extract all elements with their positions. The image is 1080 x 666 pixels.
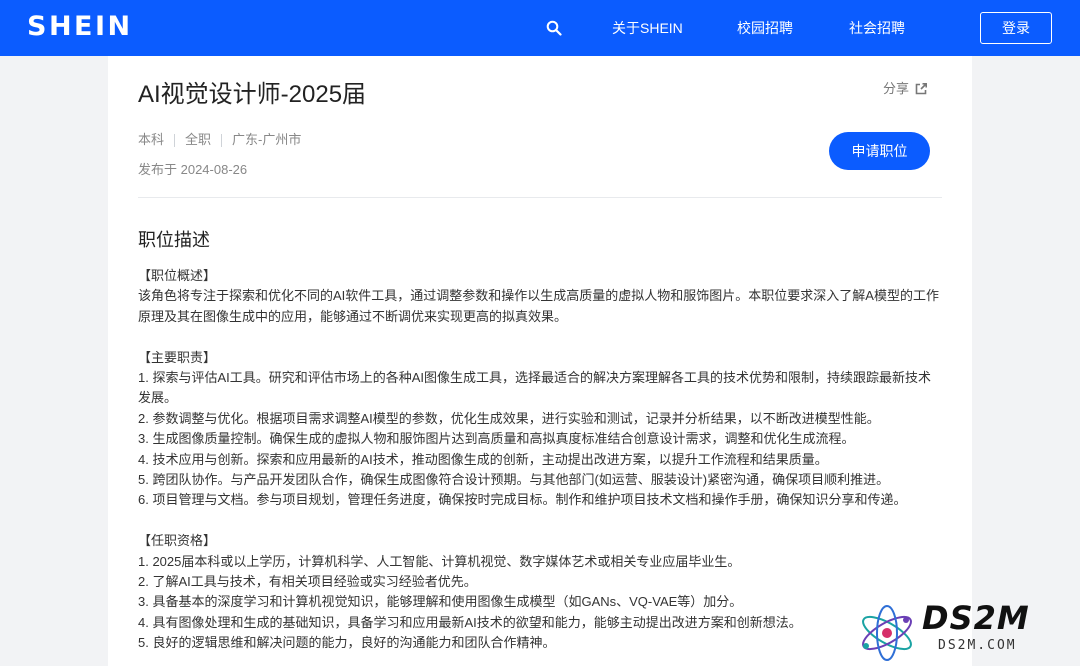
job-detail-card: AI视觉设计师-2025届 分享 本科 全职 广东-广州市 发布于 2024-0… bbox=[108, 56, 972, 666]
section-divider bbox=[138, 197, 942, 198]
job-location: 广东-广州市 bbox=[232, 132, 302, 147]
watermark-text: DS2M bbox=[922, 599, 1030, 637]
apply-button[interactable]: 申请职位 bbox=[829, 132, 930, 170]
job-meta: 本科 全职 广东-广州市 bbox=[138, 131, 301, 149]
atom-logo-icon bbox=[862, 605, 912, 661]
description-line: 【职位概述】 bbox=[138, 268, 217, 283]
description-line: 【任职资格】 bbox=[138, 533, 217, 549]
nav-campus-recruitment[interactable]: 校园招聘 bbox=[737, 19, 793, 37]
share-label: 分享 bbox=[883, 81, 910, 96]
job-description: 【职位概述】该角色将专注于探索和优化不同的AI软件工具，通过调整参数和操作以生成… bbox=[138, 266, 944, 654]
description-line: 3. 生成图像质量控制。确保生成的虚拟人物和服饰图片达到高质量和高拟真度标准结合… bbox=[138, 431, 855, 447]
share-button[interactable]: 分享 bbox=[883, 80, 928, 98]
job-type: 全职 bbox=[185, 132, 212, 147]
description-line: 【主要职责】 bbox=[138, 349, 217, 365]
description-line: 该角色将专注于探索和优化不同的AI软件工具，通过调整参数和操作以生成高质量的虚拟… bbox=[138, 288, 939, 324]
nav-about-shein[interactable]: 关于SHEIN bbox=[612, 19, 683, 37]
job-education: 本科 bbox=[138, 132, 165, 147]
login-button[interactable]: 登录 bbox=[980, 12, 1052, 44]
description-line: 1. 探索与评估AI工具。研究和评估市场上的各种AI图像生成工具，选择最适合的解… bbox=[138, 370, 932, 406]
watermark-url: DS2M.COM bbox=[938, 638, 1017, 653]
search-icon[interactable] bbox=[546, 20, 562, 36]
description-line: 1. 2025届本科或以上学历，计算机科学、人工智能、计算机视觉、数字媒体艺术或… bbox=[138, 553, 741, 569]
description-line: 2. 参数调整与优化。根据项目需求调整AI模型的参数，优化生成效果，进行实验和测… bbox=[138, 410, 880, 426]
job-title: AI视觉设计师-2025届 bbox=[138, 81, 367, 108]
ds2m-watermark: DS2M DS2M.COM bbox=[856, 600, 1080, 666]
meta-divider bbox=[221, 133, 223, 147]
shein-logo[interactable]: SHEIN bbox=[27, 12, 133, 42]
description-line: 5. 良好的逻辑思维和解决问题的能力，良好的沟通能力和团队合作精神。 bbox=[138, 635, 556, 651]
description-title: 职位描述 bbox=[138, 230, 210, 250]
share-icon bbox=[915, 83, 928, 95]
description-line: 6. 项目管理与文档。参与项目规划，管理任务进度，确保按时完成目标。制作和维护项… bbox=[138, 492, 907, 508]
top-header: SHEIN 关于SHEIN 校园招聘 社会招聘 登录 bbox=[0, 0, 1080, 56]
description-line: 4. 技术应用与创新。探索和应用最新的AI技术，推动图像生成的创新，主动提出改进… bbox=[138, 451, 828, 467]
description-line: 5. 跨团队协作。与产品开发团队合作，确保生成图像符合设计预期。与其他部门(如运… bbox=[138, 472, 890, 488]
nav-social-recruitment[interactable]: 社会招聘 bbox=[849, 19, 905, 37]
posted-date: 发布于 2024-08-26 bbox=[138, 162, 248, 177]
meta-divider bbox=[174, 133, 176, 147]
description-line: 2. 了解AI工具与技术，有相关项目经验或实习经验者优先。 bbox=[138, 574, 477, 590]
description-line: 4. 具有图像处理和生成的基础知识，具备学习和应用最新AI技术的欲望和能力，能够… bbox=[138, 614, 802, 630]
description-line: 3. 具备基本的深度学习和计算机视觉知识，能够理解和使用图像生成模型（如GANs… bbox=[138, 594, 743, 610]
